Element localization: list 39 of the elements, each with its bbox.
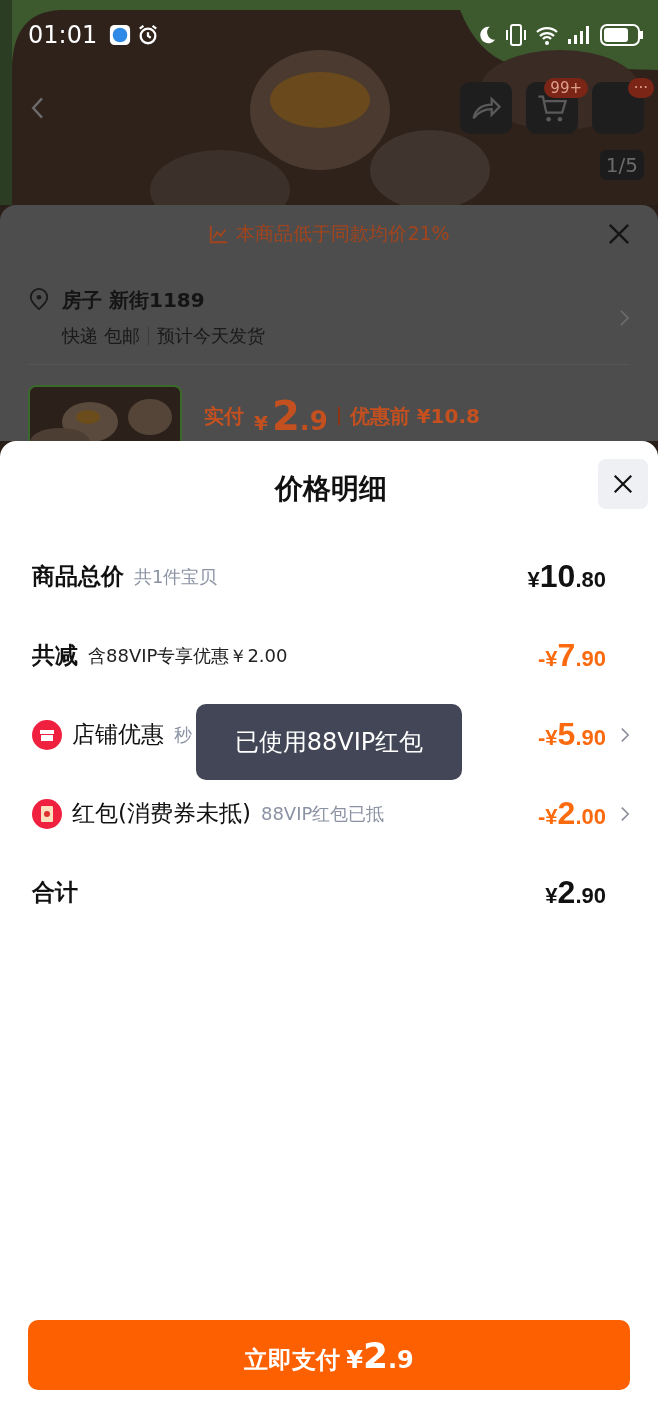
sheet-title: 价格明细 bbox=[275, 471, 387, 507]
chevron-right-icon[interactable] bbox=[619, 309, 630, 327]
price-note-text: 本商品低于同款均价21% bbox=[236, 221, 450, 246]
row-amount: -¥7.90 bbox=[538, 637, 606, 674]
battery-icon bbox=[600, 24, 644, 46]
cart-badge: 99+ bbox=[544, 78, 588, 98]
share-button[interactable] bbox=[460, 82, 512, 134]
more-button[interactable] bbox=[592, 82, 644, 134]
row-amount: -¥5.90 bbox=[538, 716, 606, 753]
row-note: 共1件宝贝 bbox=[134, 564, 218, 589]
envelope-icon bbox=[32, 798, 62, 829]
alarm-icon bbox=[137, 24, 160, 46]
row-label: 店铺优惠 bbox=[72, 720, 164, 749]
row-label: 合计 bbox=[32, 878, 78, 907]
store-icon bbox=[32, 719, 62, 750]
back-icon[interactable] bbox=[30, 95, 46, 121]
address-name: 房子 新街1189 bbox=[62, 287, 206, 314]
row-amount: ¥2.90 bbox=[545, 874, 606, 911]
page-indicator: 1/5 bbox=[599, 150, 644, 180]
close-button[interactable] bbox=[598, 459, 648, 509]
paid-label: 实付 bbox=[204, 402, 244, 430]
pay-button[interactable]: 立即支付 ¥2.9 bbox=[28, 1320, 630, 1390]
status-time: 01:01 bbox=[28, 21, 98, 49]
chevron-right-icon[interactable] bbox=[620, 726, 630, 743]
row-label: 商品总价 bbox=[32, 562, 124, 591]
row-note: 88VIP红包已抵 bbox=[260, 801, 385, 826]
close-icon[interactable] bbox=[612, 473, 634, 495]
row-amount: ¥10.80 bbox=[527, 558, 606, 595]
row-note: 含88VIP专享优惠￥2.00 bbox=[88, 643, 288, 668]
chevron-right-icon[interactable] bbox=[620, 805, 630, 822]
row-label: 共减 bbox=[32, 641, 78, 670]
vibrate-icon bbox=[504, 23, 528, 47]
row-label: 红包(消费券未抵) bbox=[72, 799, 251, 828]
row-amount: -¥2.00 bbox=[538, 795, 606, 832]
toast: 已使用88VIP红包 bbox=[196, 704, 462, 780]
original-price: 优惠前 ¥10.8 bbox=[349, 402, 480, 430]
location-icon bbox=[28, 287, 50, 311]
paid-price: ¥2.9 bbox=[254, 393, 328, 439]
row-note: 秒 bbox=[174, 722, 192, 747]
